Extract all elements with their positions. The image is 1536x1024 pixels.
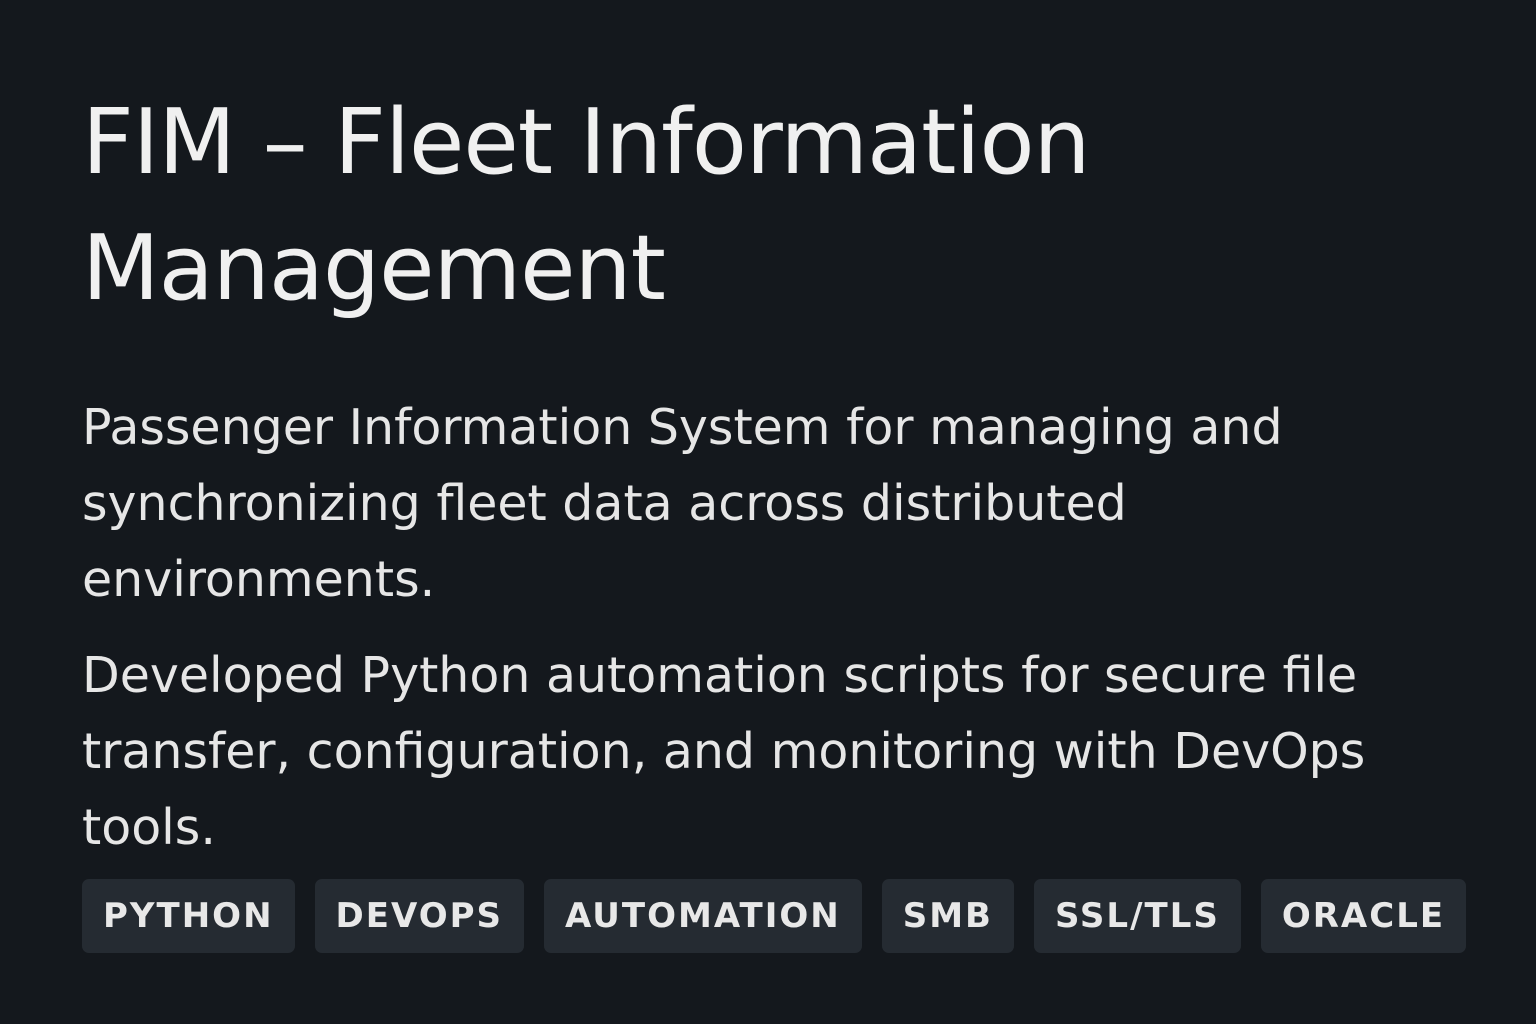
tag-ssl-tls: SSL/TLS <box>1033 879 1241 953</box>
tag-automation: AUTOMATION <box>544 879 862 953</box>
tag-list: PYTHON DEVOPS AUTOMATION SMB SSL/TLS ORA… <box>82 879 1467 953</box>
tag-devops: DEVOPS <box>314 879 525 953</box>
project-card: FIM – Fleet Information Management Passe… <box>0 0 1536 1024</box>
project-description: Passenger Information System for managin… <box>82 399 1283 608</box>
project-title: FIM – Fleet Information Management <box>82 90 1091 321</box>
tag-python: PYTHON <box>82 879 295 953</box>
tag-oracle: ORACLE <box>1260 879 1467 953</box>
tag-smb: SMB <box>881 879 1014 953</box>
project-details: Developed Python automation scripts for … <box>82 647 1366 856</box>
